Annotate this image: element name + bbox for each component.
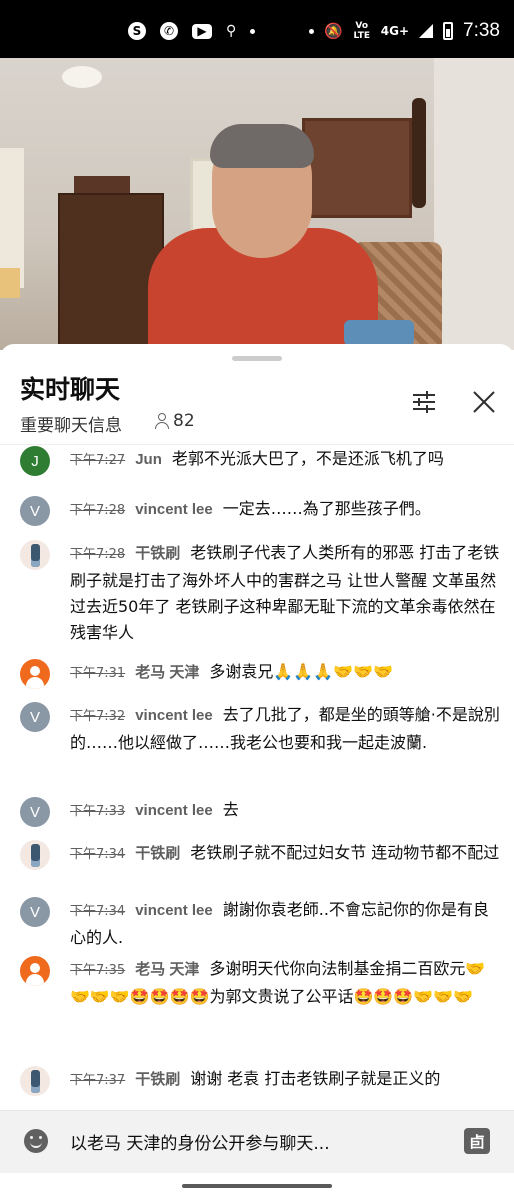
network-label: 4G+: [380, 24, 410, 38]
avatar[interactable]: [20, 659, 50, 689]
message-author[interactable]: 干铁刷: [135, 545, 180, 562]
avatar-image: [31, 1070, 40, 1093]
message-author[interactable]: vincent lee: [135, 707, 213, 724]
message-timestamp: 下午7:37: [70, 1073, 126, 1088]
tune-icon: [413, 391, 435, 413]
message-body: 下午7:31 老马 天津 多谢袁兄🙏🙏🙏🤝🤝🤝: [70, 659, 500, 687]
avatar[interactable]: V: [20, 496, 50, 526]
avatar[interactable]: J: [20, 446, 50, 476]
message-author[interactable]: 干铁刷: [135, 845, 180, 862]
message-body: 下午7:34 干铁刷 老铁刷子就不配过妇女节 连动物节都不配过: [70, 840, 500, 868]
message-author[interactable]: vincent lee: [135, 902, 213, 919]
person-hair: [210, 124, 314, 168]
message-author[interactable]: vincent lee: [135, 501, 213, 518]
filter-button[interactable]: [410, 388, 438, 416]
message-text: 多谢明天代你向法制基金捐二百欧元🤝🤝🤝🤝🤩🤩🤩🤩为郭文贵说了公平话🤩🤩🤩🤝🤝🤝: [70, 959, 486, 1006]
drag-handle[interactable]: [232, 356, 282, 361]
message-author[interactable]: 干铁刷: [135, 1071, 180, 1088]
super-chat-button[interactable]: 卣: [464, 1128, 490, 1154]
status-bar: S ✆ ▶ ⚲ 🔕 Vo LTE 4G+ 7:38: [0, 0, 514, 58]
door: [0, 148, 24, 288]
wall-decoration: [412, 98, 426, 208]
viewer-count-value: 82: [173, 411, 195, 431]
message-timestamp: 下午7:34: [70, 847, 126, 862]
close-icon: [473, 391, 495, 413]
message-timestamp: 下午7:27: [70, 453, 126, 468]
chat-title: 实时聊天: [20, 375, 121, 404]
ceiling-light: [62, 66, 102, 88]
message-body: 下午7:37 干铁刷 谢谢 老袁 打击老铁刷子就是正义的: [70, 1066, 500, 1094]
wall-carving: [302, 118, 412, 218]
message-text: 谢谢 老袁 打击老铁刷子就是正义的: [190, 1069, 441, 1088]
phone-object: [344, 320, 414, 346]
video-player[interactable]: [0, 58, 514, 350]
viewer-count: 82: [155, 411, 195, 431]
message-author[interactable]: Jun: [135, 451, 162, 468]
dot-icon: [250, 28, 256, 34]
avatar-image: [31, 544, 40, 567]
message-body: 下午7:27 Jun 老郭不光派大巴了，不是还派飞机了吗: [70, 446, 500, 474]
message-author[interactable]: 老马 天津: [135, 664, 199, 681]
chat-mode-selector[interactable]: 重要聊天信息: [20, 411, 122, 436]
signal-icon: [419, 24, 434, 38]
message-body: 下午7:35 老马 天津 多谢明天代你向法制基金捐二百欧元🤝🤝🤝🤝🤩🤩🤩🤩为郭文贵说…: [70, 956, 500, 1010]
lamp: [0, 268, 20, 298]
gesture-nav-bar[interactable]: [182, 1184, 332, 1188]
close-button[interactable]: [470, 388, 498, 416]
skype-icon: S: [128, 22, 146, 40]
chat-input-bar: 以老马 天津的身份公开参与聊天... 卣: [0, 1110, 514, 1173]
message-text: 老郭不光派大巴了，不是还派飞机了吗: [171, 449, 444, 468]
avatar[interactable]: V: [20, 702, 50, 732]
message-text: 老铁刷子就不配过妇女节 连动物节都不配过: [190, 843, 500, 862]
emoji-icon[interactable]: [24, 1129, 48, 1153]
person-icon: [155, 413, 169, 429]
avatar[interactable]: [20, 1066, 50, 1096]
message-author[interactable]: vincent lee: [135, 802, 213, 819]
volte-label: Vo LTE: [353, 21, 371, 41]
avatar[interactable]: V: [20, 797, 50, 827]
avatar[interactable]: [20, 956, 50, 986]
clock: 7:38: [463, 20, 500, 41]
avatar[interactable]: [20, 840, 50, 870]
message-timestamp: 下午7:31: [70, 666, 126, 681]
message-timestamp: 下午7:32: [70, 709, 126, 724]
message-body: 下午7:33 vincent lee 去: [70, 797, 500, 825]
message-timestamp: 下午7:35: [70, 963, 126, 978]
message-author[interactable]: 老马 天津: [135, 961, 199, 978]
chat-input[interactable]: 以老马 天津的身份公开参与聊天...: [70, 1129, 330, 1154]
divider: [0, 444, 514, 445]
wall: [434, 58, 514, 350]
message-timestamp: 下午7:33: [70, 804, 126, 819]
mute-icon: 🔕: [324, 22, 343, 40]
message-text: 謝謝你袁老師..不會忘記你的你是有良心的人.: [70, 900, 489, 947]
youtube-icon: ▶: [192, 23, 212, 39]
dot-icon: [309, 28, 315, 34]
message-timestamp: 下午7:34: [70, 904, 126, 919]
message-body: 下午7:28 干铁刷 老铁刷子代表了人类所有的邪恶 打击了老铁刷子就是打击了海外坏人…: [70, 540, 500, 646]
battery-icon: [443, 22, 454, 40]
whatsapp-icon: ✆: [160, 22, 178, 40]
message-body: 下午7:28 vincent lee 一定去……為了那些孩子們。: [70, 496, 500, 524]
message-text: 去: [222, 800, 239, 819]
avatar-image: [31, 844, 40, 867]
message-body: 下午7:34 vincent lee 謝謝你袁老師..不會忘記你的你是有良心的人.: [70, 897, 500, 951]
message-timestamp: 下午7:28: [70, 503, 126, 518]
avatar[interactable]: V: [20, 897, 50, 927]
avatar[interactable]: [20, 540, 50, 570]
chat-mode-label: 重要聊天信息: [20, 416, 122, 436]
message-text: 多谢袁兄🙏🙏🙏🤝🤝🤝: [209, 662, 393, 681]
message-timestamp: 下午7:28: [70, 547, 126, 562]
usb-icon: ⚲: [226, 23, 237, 39]
message-body: 下午7:32 vincent lee 去了几批了，都是坐的頭等艙·不是說別的……他以…: [70, 702, 500, 756]
message-text: 一定去……為了那些孩子們。: [222, 499, 431, 518]
